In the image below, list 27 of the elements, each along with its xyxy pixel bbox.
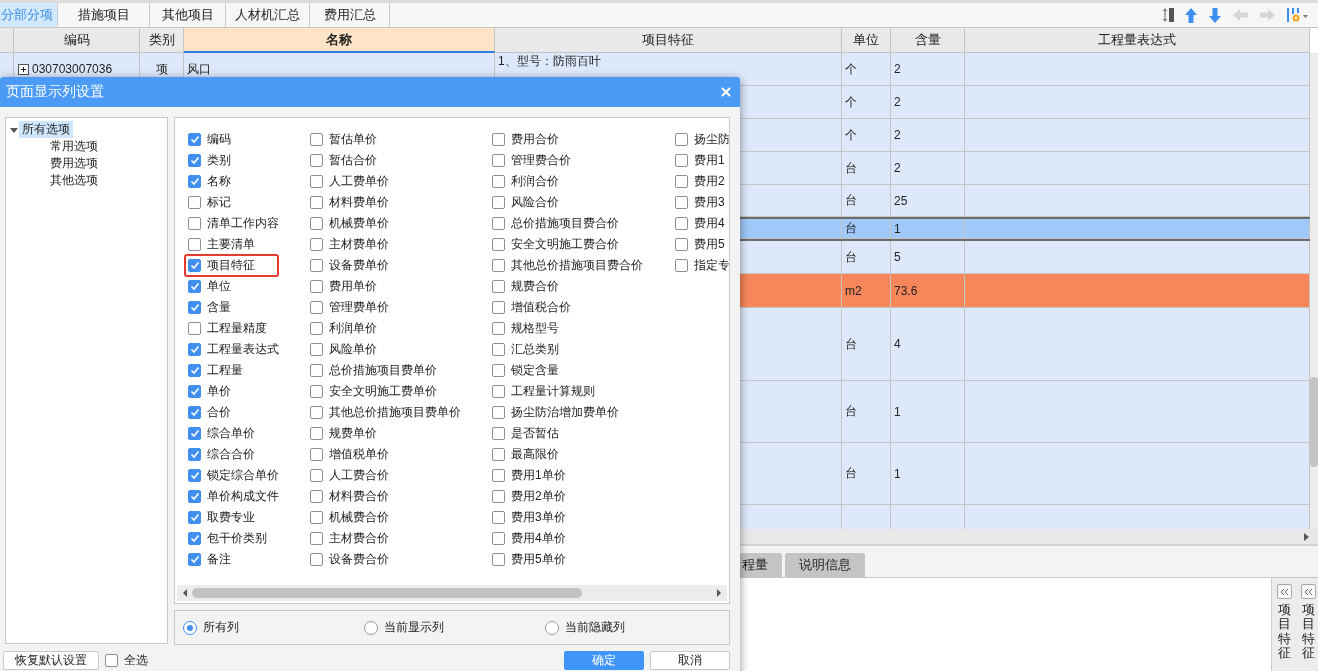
table-cell: 台 (845, 220, 857, 237)
table-cell: 4 (894, 337, 901, 351)
table-cell: 5 (894, 250, 901, 264)
table-cell: 1 (894, 404, 901, 419)
dialog-title: 页面显示列设置 (6, 83, 104, 101)
table-cell: 风口 (187, 60, 211, 78)
table-cell: 台 (845, 248, 857, 266)
table-cell: 73.6 (894, 283, 918, 298)
table-cell: 台 (845, 335, 857, 353)
table-cell: 1、型号：防雨百叶 (498, 55, 601, 68)
table-cell: m2 (845, 283, 862, 298)
table-cell: 台 (845, 465, 857, 482)
table-cell: 个 (845, 126, 857, 144)
table-cell: 2 (894, 95, 901, 109)
table-cell: 2 (894, 161, 901, 175)
table-cell: 个 (845, 60, 857, 78)
table-cell: 台 (845, 192, 857, 209)
table-cell: 台 (845, 403, 857, 420)
table-cell: 台 (845, 159, 857, 177)
table-cell: 2 (894, 128, 901, 142)
table-cell: 2 (894, 62, 901, 76)
table-cell: 1 (894, 221, 901, 236)
table-cell: 项 (155, 60, 168, 78)
table-cell: 1 (894, 466, 901, 481)
table-cell: 030703007036 (32, 62, 113, 76)
table-cell: 个 (845, 93, 857, 111)
table-cell: 25 (894, 193, 908, 208)
